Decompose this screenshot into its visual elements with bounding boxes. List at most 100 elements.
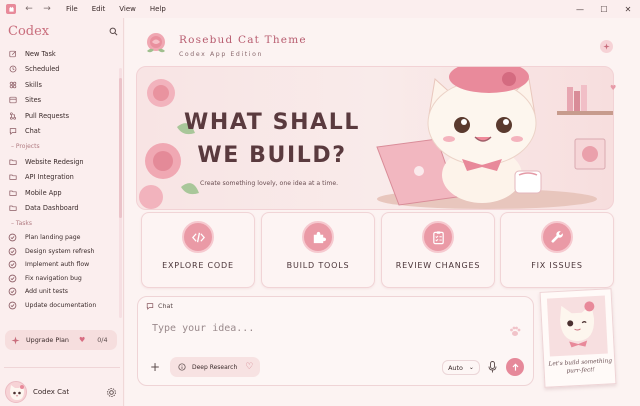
upgrade-plan-button[interactable]: Upgrade Plan ♥ 0/4	[5, 330, 117, 350]
heart-outline-icon[interactable]: ♡	[245, 362, 253, 372]
menu-bar: File Edit View Help	[66, 5, 166, 13]
menu-file[interactable]: File	[66, 5, 78, 13]
project-label: Website Redesign	[25, 157, 84, 166]
code-icon	[182, 221, 214, 253]
hero-title: WHAT SHALL WE BUILD?	[184, 110, 360, 168]
menu-edit[interactable]: Edit	[92, 5, 106, 13]
info-icon	[178, 363, 186, 371]
gear-icon[interactable]	[106, 387, 117, 398]
theme-title: Rosebud Cat Theme	[179, 34, 307, 46]
app-logo-icon	[6, 4, 16, 14]
build-tools-card[interactable]: BUILD TOOLS	[261, 212, 375, 288]
hero-subtitle: Create something lovely, one idea at a t…	[200, 180, 339, 187]
project-label: Data Dashboard	[25, 204, 79, 213]
heart-icon: ♥	[548, 232, 554, 239]
send-button[interactable]	[506, 358, 524, 376]
chat-header: Chat	[146, 302, 173, 310]
model-select[interactable]: Auto ⌄	[442, 360, 480, 375]
sidebar-item-pull-requests[interactable]: Pull Requests	[8, 108, 118, 124]
polaroid-photo: Let's build something purr-fect!	[539, 288, 617, 388]
rose-icon	[147, 33, 165, 53]
close-button[interactable]: ✕	[616, 0, 640, 18]
upgrade-plan-count: 0/4	[97, 336, 108, 344]
chevron-down-icon: ⌄	[468, 364, 474, 371]
title-bar: ← → File Edit View Help — ☐ ✕	[0, 0, 640, 18]
sparkle-icon	[11, 335, 20, 345]
sparkle-button[interactable]	[600, 40, 613, 53]
microphone-icon[interactable]	[488, 361, 497, 373]
sidebar-scrollbar-thumb[interactable]	[119, 78, 122, 218]
menu-help[interactable]: Help	[150, 5, 166, 13]
model-select-value: Auto	[448, 363, 463, 372]
avatar[interactable]	[5, 381, 27, 403]
task-item[interactable]: Fix navigation bug	[8, 272, 118, 286]
maximize-button[interactable]: ☐	[592, 0, 616, 18]
chat-input[interactable]	[152, 320, 452, 336]
task-item[interactable]: Implement auth flow	[8, 258, 118, 272]
deep-research-button[interactable]: Deep Research ♡	[170, 357, 260, 377]
task-item[interactable]: Plan landing page	[8, 231, 118, 245]
edit-icon	[8, 49, 17, 58]
skills-icon	[8, 80, 17, 89]
forward-arrow-icon[interactable]: →	[42, 4, 52, 14]
task-item[interactable]: Update documentation	[8, 299, 118, 313]
minimize-button[interactable]: —	[568, 0, 592, 18]
projects-title-text: Projects	[15, 143, 40, 150]
brand-title: Codex	[8, 24, 50, 39]
profile-row[interactable]: Codex Cat	[5, 380, 119, 404]
sidebar-item-sites[interactable]: Sites	[8, 93, 118, 109]
card-label: BUILD TOOLS	[286, 261, 350, 270]
explore-code-card[interactable]: EXPLORE CODE	[141, 212, 255, 288]
projects-section-title: – Projects	[11, 143, 40, 150]
check-circle-icon	[8, 260, 17, 269]
sidebar-item-scheduled[interactable]: Scheduled	[8, 62, 118, 78]
check-circle-icon	[8, 301, 17, 310]
task-label: Implement auth flow	[25, 261, 90, 269]
sidebar-nav: New Task Scheduled Skills Sites Pull Req…	[8, 46, 118, 312]
task-label: Fix navigation bug	[25, 274, 82, 282]
globe-icon	[8, 96, 17, 105]
task-label: Update documentation	[25, 301, 97, 309]
back-arrow-icon[interactable]: ←	[24, 4, 34, 14]
check-circle-icon	[8, 247, 17, 256]
task-label: Design system refresh	[25, 247, 95, 255]
sidebar-divider	[4, 367, 120, 368]
tasks-section-title: – Tasks	[11, 220, 32, 227]
project-item[interactable]: API Integration	[8, 170, 118, 186]
card-label: FIX ISSUES	[531, 261, 583, 270]
sidebar-item-chat[interactable]: Chat	[8, 124, 118, 140]
chat-icon	[8, 127, 17, 136]
chat-label: Chat	[158, 302, 173, 310]
sidebar-item-label: Chat	[25, 127, 41, 136]
add-attachment-button[interactable]: +	[150, 360, 160, 374]
project-item[interactable]: Website Redesign	[8, 154, 118, 170]
project-item[interactable]: Data Dashboard	[8, 201, 118, 217]
chat-bubble-icon	[146, 303, 154, 310]
upgrade-plan-label: Upgrade Plan	[26, 336, 69, 344]
check-circle-icon	[8, 233, 17, 242]
profile-name: Codex Cat	[33, 388, 70, 396]
arrow-up-icon	[512, 363, 518, 371]
menu-view[interactable]: View	[119, 5, 136, 13]
fix-issues-card[interactable]: FIX ISSUES	[500, 212, 614, 288]
sparkle-icon	[603, 43, 610, 50]
clock-icon	[8, 65, 17, 74]
project-item[interactable]: Mobile App	[8, 185, 118, 201]
task-item[interactable]: Add unit tests	[8, 285, 118, 299]
clipboard-check-icon	[422, 221, 454, 253]
folder-icon	[8, 173, 17, 182]
search-icon[interactable]	[109, 27, 118, 36]
task-label: Plan landing page	[25, 234, 81, 242]
task-item[interactable]: Design system refresh	[8, 245, 118, 259]
window-controls: — ☐ ✕	[568, 0, 640, 18]
tasks-title-text: Tasks	[15, 220, 32, 227]
sidebar-item-new-task[interactable]: New Task	[8, 46, 118, 62]
sidebar-item-label: New Task	[25, 49, 56, 58]
review-changes-card[interactable]: REVIEW CHANGES	[381, 212, 495, 288]
theme-subtitle: Codex App Edition	[179, 51, 264, 58]
cat-photo	[546, 295, 608, 357]
polaroid-caption: Let's build something purr-fect!	[548, 358, 613, 375]
sidebar-item-label: Scheduled	[25, 65, 60, 74]
sidebar-item-label: Skills	[25, 80, 42, 89]
sidebar-item-skills[interactable]: Skills	[8, 77, 118, 93]
